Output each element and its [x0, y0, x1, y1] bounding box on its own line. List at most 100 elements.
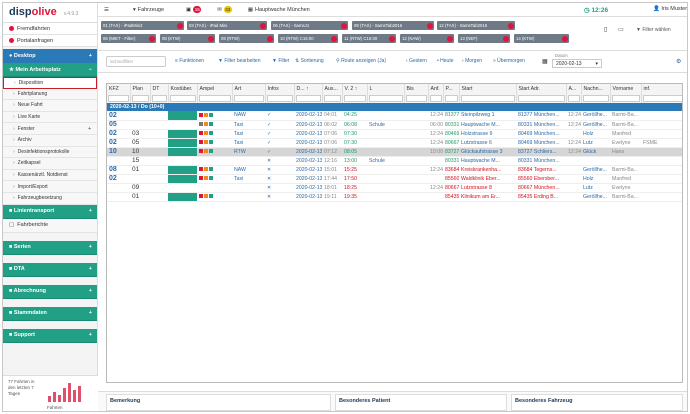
user-menu[interactable]: 👤 Iris Muster [653, 6, 687, 12]
route-button[interactable]: ⚲ Route anzeigen (Ja) [336, 58, 386, 64]
vehicle-filter-tab[interactable]: 09 (RTW) [219, 34, 274, 43]
vehicle-filter-tab[interactable]: 06 (TAX) - SamsJ1 [271, 21, 348, 30]
column-header[interactable]: Art [232, 84, 266, 94]
column-header[interactable]: V. 2 ↑ [342, 84, 368, 94]
table-row[interactable]: 10 10 RTW ✓ 2020-02-13 07:12 08:05 10:00 83727 Gl… [107, 147, 682, 157]
column-filter[interactable] [641, 94, 682, 103]
calendar-icon[interactable]: ▦ [542, 58, 548, 65]
table-row[interactable]: 08 01 NAW ✕ 2020-02-13 15:01 15:25 12:24 83684 Kr… [107, 165, 682, 175]
column-header[interactable]: L [367, 84, 405, 94]
quick-filter-input[interactable]: Schnellfilter [106, 56, 166, 67]
sidebar-item-portalanfragen[interactable]: Portalanfragen [3, 35, 97, 47]
vehicle-filter-tab[interactable]: 10 (RTW) C16:00 [278, 34, 338, 43]
column-filter[interactable] [566, 94, 582, 103]
column-filter[interactable] [294, 94, 323, 103]
column-header[interactable]: Nachn... [581, 84, 611, 94]
table-row[interactable]: 09 ✕ 2020-02-13 18:01 18:25 12:24 80667 Lutzstr… [107, 183, 682, 193]
close-icon[interactable] [503, 35, 509, 42]
column-header[interactable]: DT [150, 84, 169, 94]
sidebar-item-mein-arbeitsplatz[interactable]: ★ Mein Arbeitsplatz − [3, 63, 97, 77]
close-icon[interactable] [389, 35, 395, 42]
column-filter[interactable] [342, 94, 368, 103]
sidebar-subitem[interactable]: › Fenster + [3, 123, 97, 135]
sidebar-item-desktop[interactable]: ● Desktop + [3, 49, 97, 63]
column-filter[interactable] [232, 94, 266, 103]
column-filter[interactable] [459, 94, 517, 103]
monitor-icon-2[interactable]: ▯ [604, 26, 607, 33]
sidebar-group[interactable]: ■ Abrechnung + [3, 284, 97, 299]
table-row[interactable]: 15 ✕ 2020-02-13 12:16 13:00 Schule 80331 Hauptw… [107, 156, 682, 166]
table-row[interactable]: 02 NAW ✓ 2020-02-13 04:01 04:25 12:24 81377 Stei… [107, 111, 682, 121]
sidebar-subitem[interactable]: › Desinfektionsprotokolle [3, 146, 97, 159]
close-icon[interactable] [208, 35, 214, 42]
morgen-button[interactable]: › Morgen [462, 58, 482, 64]
close-icon[interactable] [341, 22, 347, 29]
sortierung-button[interactable]: ⇅ Sortierung [295, 58, 324, 64]
column-header[interactable]: D... ↑ [294, 84, 323, 94]
sidebar-group[interactable]: ■ DTA + [3, 262, 97, 277]
sidebar-group[interactable]: ■ Stammdaten + [3, 306, 97, 321]
fahrzeuge-dropdown[interactable]: ▾ Fahrzeuge [133, 7, 164, 13]
vehicle-filter-tab[interactable]: 01 (TAX) - iPadMini2 [101, 21, 184, 30]
column-filter[interactable] [516, 94, 567, 103]
vehicle-filter-tab[interactable]: 03 (TAX) - iPad Mini [187, 21, 267, 30]
close-icon[interactable] [508, 22, 514, 29]
menu-icon[interactable]: ☰ [104, 7, 109, 13]
column-header[interactable]: Bis [404, 84, 429, 94]
funktionen-button[interactable]: ≡ Funktionen [175, 58, 204, 64]
heute-button[interactable]: • Heute [437, 58, 453, 64]
column-filter[interactable] [404, 94, 429, 103]
filter-button[interactable]: ▼ Filter [272, 58, 289, 64]
column-header[interactable]: Start Adr. [516, 84, 567, 94]
close-icon[interactable] [427, 22, 433, 29]
fahrzeug-panel[interactable]: Besonderes Fahrzeug [511, 394, 683, 411]
column-header[interactable]: Kostüber. [168, 84, 198, 94]
column-header[interactable]: inf. [641, 84, 682, 94]
vehicle-filter-tab[interactable]: 13 (NEF) [458, 34, 510, 43]
column-header[interactable]: Vorname [610, 84, 642, 94]
column-header[interactable]: Anf. [428, 84, 444, 94]
column-filter[interactable] [581, 94, 611, 103]
column-header[interactable]: A... [566, 84, 582, 94]
group-row[interactable]: 2020-02-13 / Do (10+0) [107, 103, 682, 111]
column-header[interactable]: Infos [265, 84, 295, 94]
close-icon[interactable] [447, 35, 453, 42]
monitor-icon[interactable]: ▭ [618, 26, 624, 33]
column-filter[interactable] [610, 94, 642, 103]
messages-button[interactable]: ✉ 33 [217, 6, 232, 13]
sidebar-subitem[interactable]: › Import/Export [3, 181, 97, 193]
column-header[interactable]: P... [443, 84, 460, 94]
column-filter[interactable] [130, 94, 151, 103]
column-filter[interactable] [322, 94, 343, 103]
close-icon[interactable] [260, 22, 266, 29]
sidebar-subitem[interactable]: › Kassenärztl. Notdienst [3, 169, 97, 182]
logo[interactable]: disp olive v.4.9.3 [3, 3, 97, 23]
column-filter[interactable] [367, 94, 405, 103]
filter-bearbeiten-button[interactable]: ▼ Filter bearbeiten [218, 58, 260, 64]
sidebar-subitem[interactable]: › Fahrzeugbesetzung [3, 192, 97, 205]
sidebar-subitem[interactable]: › Disposition [3, 77, 97, 89]
column-header[interactable]: Aus... [322, 84, 343, 94]
close-icon[interactable] [331, 35, 337, 42]
close-icon[interactable] [149, 35, 155, 42]
column-filter[interactable] [197, 94, 233, 103]
sidebar-item-linientransport[interactable]: ■ Linientransport + [3, 204, 97, 219]
vehicle-filter-tab[interactable]: 12 (NAW) [400, 34, 454, 43]
bemerkung-panel[interactable]: Bemerkung [106, 394, 331, 411]
alert-button[interactable]: ▣ 15 [186, 6, 202, 13]
close-icon[interactable] [267, 35, 273, 42]
sidebar-group[interactable]: ■ Serien + [3, 240, 97, 255]
vehicle-filter-tab[interactable]: 09 (TAX) - SamsTab2016 [352, 21, 434, 30]
column-header[interactable]: KFZ [107, 84, 131, 94]
column-header[interactable]: Start [459, 84, 517, 94]
column-filter[interactable] [107, 94, 131, 103]
table-row[interactable]: 02 Taxi ✕ 2020-02-13 17:44 17:50 85560 Waldklin… [107, 174, 682, 184]
table-row[interactable]: 01 ✕ 2020-02-13 19:11 19:35 85435 Klinikum am … [107, 192, 682, 202]
sidebar-subitem[interactable]: › Zeitkapsel [3, 158, 97, 170]
gear-icon[interactable]: ⚙ [676, 58, 681, 65]
column-filter[interactable] [150, 94, 169, 103]
sidebar-subitem[interactable]: › Neue Fahrt [3, 100, 97, 112]
sidebar-subitem[interactable]: › Archiv [3, 134, 97, 147]
sidebar-item-fahrberichte[interactable]: ▢ Fahrberichte [3, 218, 97, 233]
table-row[interactable]: 02 05 Taxi ✓ 2020-02-13 07:06 07:30 12:24 80667 L… [107, 138, 682, 148]
